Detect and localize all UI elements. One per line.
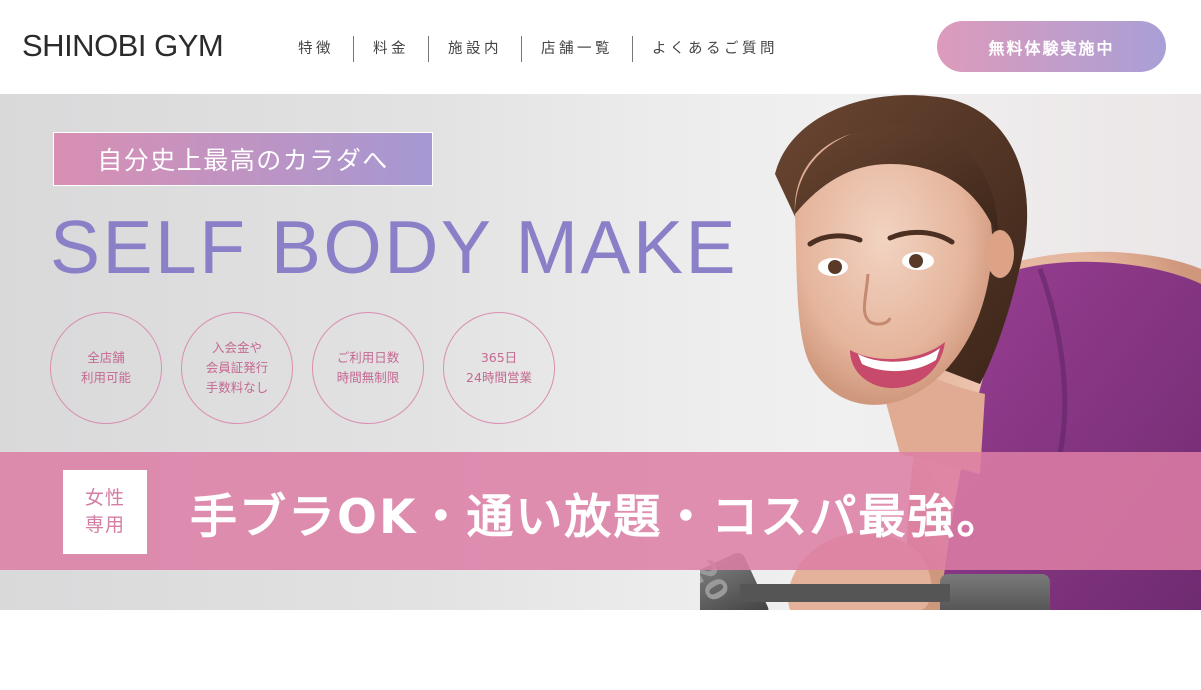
- feature-badge-unlimited: ご利用日数時間無制限: [312, 312, 424, 424]
- women-only-line: 専用: [84, 514, 125, 536]
- feature-badge-all-stores: 全店舗 利用可能: [50, 312, 162, 424]
- hero-tagline: 自分史上最高のカラダへ: [53, 132, 433, 186]
- feature-badge-24h: 365日 24時間営業: [443, 312, 555, 424]
- site-logo[interactable]: SHINOBI GYM: [22, 28, 224, 64]
- badge-line: 利用可能: [80, 370, 131, 385]
- hero-headline: SELF BODY MAKE: [50, 205, 738, 289]
- badge-line: 手数料なし: [205, 380, 269, 395]
- hero-tagline-text: 自分史上最高のカラダへ: [97, 146, 389, 175]
- badge-line: 24時間営業: [466, 370, 532, 385]
- nav-item-faq[interactable]: よくあるご質問: [632, 36, 797, 62]
- nav-item-stores[interactable]: 店舗一覧: [521, 36, 632, 62]
- feature-badge-no-fees: 入会金や会員証発行手数料なし: [181, 312, 293, 424]
- badge-line: 入会金や: [211, 340, 262, 355]
- feature-badges: 全店舗利用可能 入会金や会員証発行手数料なし ご利用日数時間無制限 365日 24…: [50, 312, 555, 424]
- hero-section: 20 自分史上最高のカラダへ SELF BODY MAKE 全店舗 利用可能 入会…: [0, 94, 1201, 610]
- women-only-line: 女性: [84, 487, 125, 509]
- free-trial-button[interactable]: 無料体験実施中: [937, 21, 1166, 72]
- badge-line: 会員証発行: [205, 360, 269, 375]
- nav-item-facility[interactable]: 施設内: [428, 36, 521, 62]
- badge-line: 365日: [480, 350, 518, 365]
- badge-line: 時間無制限: [336, 370, 400, 385]
- main-nav: 特徴 料金 施設内 店舗一覧 よくあるご質問: [285, 36, 797, 62]
- badge-line: 全店舗: [87, 350, 125, 365]
- promo-band: 女性専用 手ブラOK・通い放題・コスパ最強。: [0, 452, 1201, 570]
- site-header: SHINOBI GYM 特徴 料金 施設内 店舗一覧 よくあるご質問 無料体験実…: [0, 0, 1201, 94]
- nav-item-pricing[interactable]: 料金: [353, 36, 428, 62]
- badge-line: ご利用日数: [336, 350, 400, 365]
- nav-item-features[interactable]: 特徴: [285, 36, 353, 62]
- women-only-label: 女性 専用: [63, 470, 147, 554]
- promo-band-text: 手ブラOK・通い放題・コスパ最強。: [190, 490, 1006, 545]
